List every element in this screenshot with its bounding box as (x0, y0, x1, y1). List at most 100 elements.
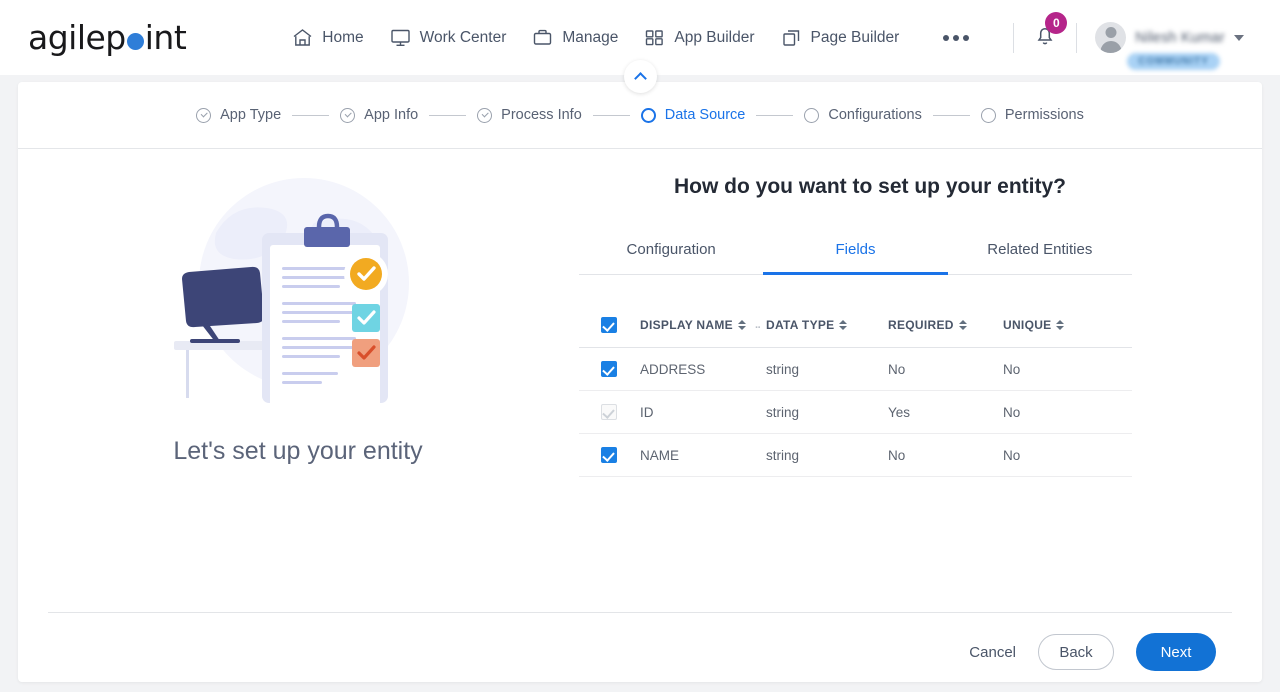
pages-icon (781, 28, 802, 47)
step-process-info-label: Process Info (501, 107, 582, 123)
illustration-caption: Let's set up your entity (173, 437, 423, 465)
user-name-label: Nilesh Kumar (1135, 29, 1225, 46)
chevron-down-icon (1233, 34, 1244, 41)
step-connector (592, 114, 630, 116)
footer-actions: Cancel Back Next (969, 633, 1216, 671)
sort-icon[interactable] (839, 320, 848, 330)
cell-data-type: string (766, 447, 800, 463)
wizard-body: Let's set up your entity How do you want… (18, 149, 1262, 609)
logo-text-part2: int (144, 18, 187, 57)
step-process-info[interactable]: Process Info (477, 107, 582, 123)
step-check-icon (340, 107, 356, 123)
step-empty-circle-icon (980, 107, 996, 123)
step-connector (292, 114, 330, 116)
select-all-checkbox[interactable] (601, 317, 617, 333)
row-checkbox[interactable] (601, 447, 617, 463)
row-select-cell (579, 404, 640, 420)
table-header-row: DISPLAY NAME ·· DATA TYPE REQUIRED UNIQU… (579, 303, 1132, 348)
column-header-unique-label: UNIQUE (1003, 318, 1052, 332)
cell-data-type: string (766, 361, 800, 377)
table-row[interactable]: ADDRESS string No No (579, 348, 1132, 391)
tab-configuration[interactable]: Configuration (579, 241, 763, 275)
step-active-circle-icon (640, 107, 656, 123)
column-header-display-name-label: DISPLAY NAME (640, 318, 733, 332)
step-app-type[interactable]: App Type (196, 107, 281, 123)
cell-required: Yes (888, 404, 911, 420)
sort-icon[interactable] (958, 320, 967, 330)
cell-data-type: string (766, 404, 800, 420)
step-check-icon (477, 107, 493, 123)
chevron-up-icon (634, 72, 647, 85)
row-checkbox (601, 404, 617, 420)
nav-item-home-label: Home (322, 28, 364, 46)
step-connector (932, 114, 970, 116)
back-button[interactable]: Back (1038, 634, 1114, 670)
nav-item-manage[interactable]: Manage (532, 28, 618, 47)
nav-item-app-builder-label: App Builder (674, 28, 755, 46)
cell-unique: No (1003, 404, 1021, 420)
step-permissions[interactable]: Permissions (980, 107, 1084, 123)
cell-unique: No (1003, 447, 1021, 463)
tab-related-entities[interactable]: Related Entities (948, 241, 1132, 275)
nav-item-app-builder[interactable]: App Builder (644, 28, 755, 47)
collapse-header-button[interactable] (624, 60, 657, 93)
step-app-type-label: App Type (220, 107, 282, 123)
row-checkbox[interactable] (601, 361, 617, 377)
table-row[interactable]: ID string Yes No (579, 391, 1132, 434)
column-header-data-type-label: DATA TYPE (766, 318, 835, 332)
grid-icon (644, 28, 665, 47)
main-nav-items: Home Work Center Manage App Builder Page… (292, 28, 970, 47)
entity-tabs: Configuration Fields Related Entities (579, 241, 1132, 275)
cell-display-name: ID (640, 404, 654, 420)
agilepoint-logo[interactable]: agilep int (28, 18, 187, 57)
notifications-button[interactable]: 0 (1032, 11, 1068, 54)
cancel-button[interactable]: Cancel (969, 644, 1016, 661)
user-avatar-icon (1095, 22, 1127, 53)
step-app-info[interactable]: App Info (340, 107, 418, 123)
select-all-cell (579, 317, 640, 333)
column-header-required-label: REQUIRED (888, 318, 954, 332)
step-check-icon (196, 107, 212, 123)
nav-divider-right (1076, 22, 1078, 53)
column-header-required[interactable]: REQUIRED (888, 318, 1003, 332)
step-data-source[interactable]: Data Source (640, 107, 745, 123)
nav-item-page-builder[interactable]: Page Builder (781, 28, 900, 47)
table-row[interactable]: NAME string No No (579, 434, 1132, 477)
step-connector (756, 114, 794, 116)
notification-count-badge: 0 (1045, 11, 1068, 34)
user-plan-badge: COMMUNITY (1127, 53, 1220, 70)
cell-display-name: ADDRESS (640, 361, 706, 377)
tab-fields[interactable]: Fields (763, 241, 948, 275)
sort-icon[interactable] (1056, 320, 1065, 330)
monitor-icon (390, 28, 411, 47)
page-title: How do you want to set up your entity? (674, 175, 1066, 198)
step-app-info-label: App Info (364, 107, 419, 123)
footer-divider (48, 612, 1232, 613)
step-connector (429, 114, 467, 116)
cell-required: No (888, 361, 906, 377)
column-header-unique[interactable]: UNIQUE (1003, 318, 1132, 332)
column-header-display-name[interactable]: DISPLAY NAME ·· (640, 318, 766, 334)
column-header-data-type[interactable]: DATA TYPE (766, 318, 888, 332)
ellipsis-icon[interactable] (943, 34, 970, 41)
nav-item-page-builder-label: Page Builder (810, 28, 900, 46)
wizard-card: App Type App Info Process Info Data Sour… (18, 82, 1262, 682)
nav-item-work-center[interactable]: Work Center (390, 28, 507, 47)
column-resize-handle[interactable]: ·· (755, 322, 761, 334)
nav-divider-left (1013, 22, 1015, 53)
user-menu[interactable]: Nilesh Kumar COMMUNITY (1095, 22, 1244, 70)
nav-item-home[interactable]: Home (292, 28, 364, 47)
cell-display-name: NAME (640, 447, 680, 463)
cell-unique: No (1003, 361, 1021, 377)
step-permissions-label: Permissions (1004, 107, 1084, 123)
entity-setup-pane: How do you want to set up your entity? C… (578, 149, 1262, 609)
row-select-cell (579, 361, 640, 377)
fields-table: DISPLAY NAME ·· DATA TYPE REQUIRED UNIQU… (579, 303, 1132, 477)
nav-item-work-center-label: Work Center (419, 28, 507, 46)
step-configurations[interactable]: Configurations (804, 107, 922, 123)
sort-icon[interactable] (737, 320, 746, 330)
next-button[interactable]: Next (1136, 633, 1216, 671)
blue-dot-icon (126, 33, 144, 50)
clipboard-checklist-illustration (174, 178, 409, 407)
logo-text-part1: agilep (28, 18, 126, 57)
